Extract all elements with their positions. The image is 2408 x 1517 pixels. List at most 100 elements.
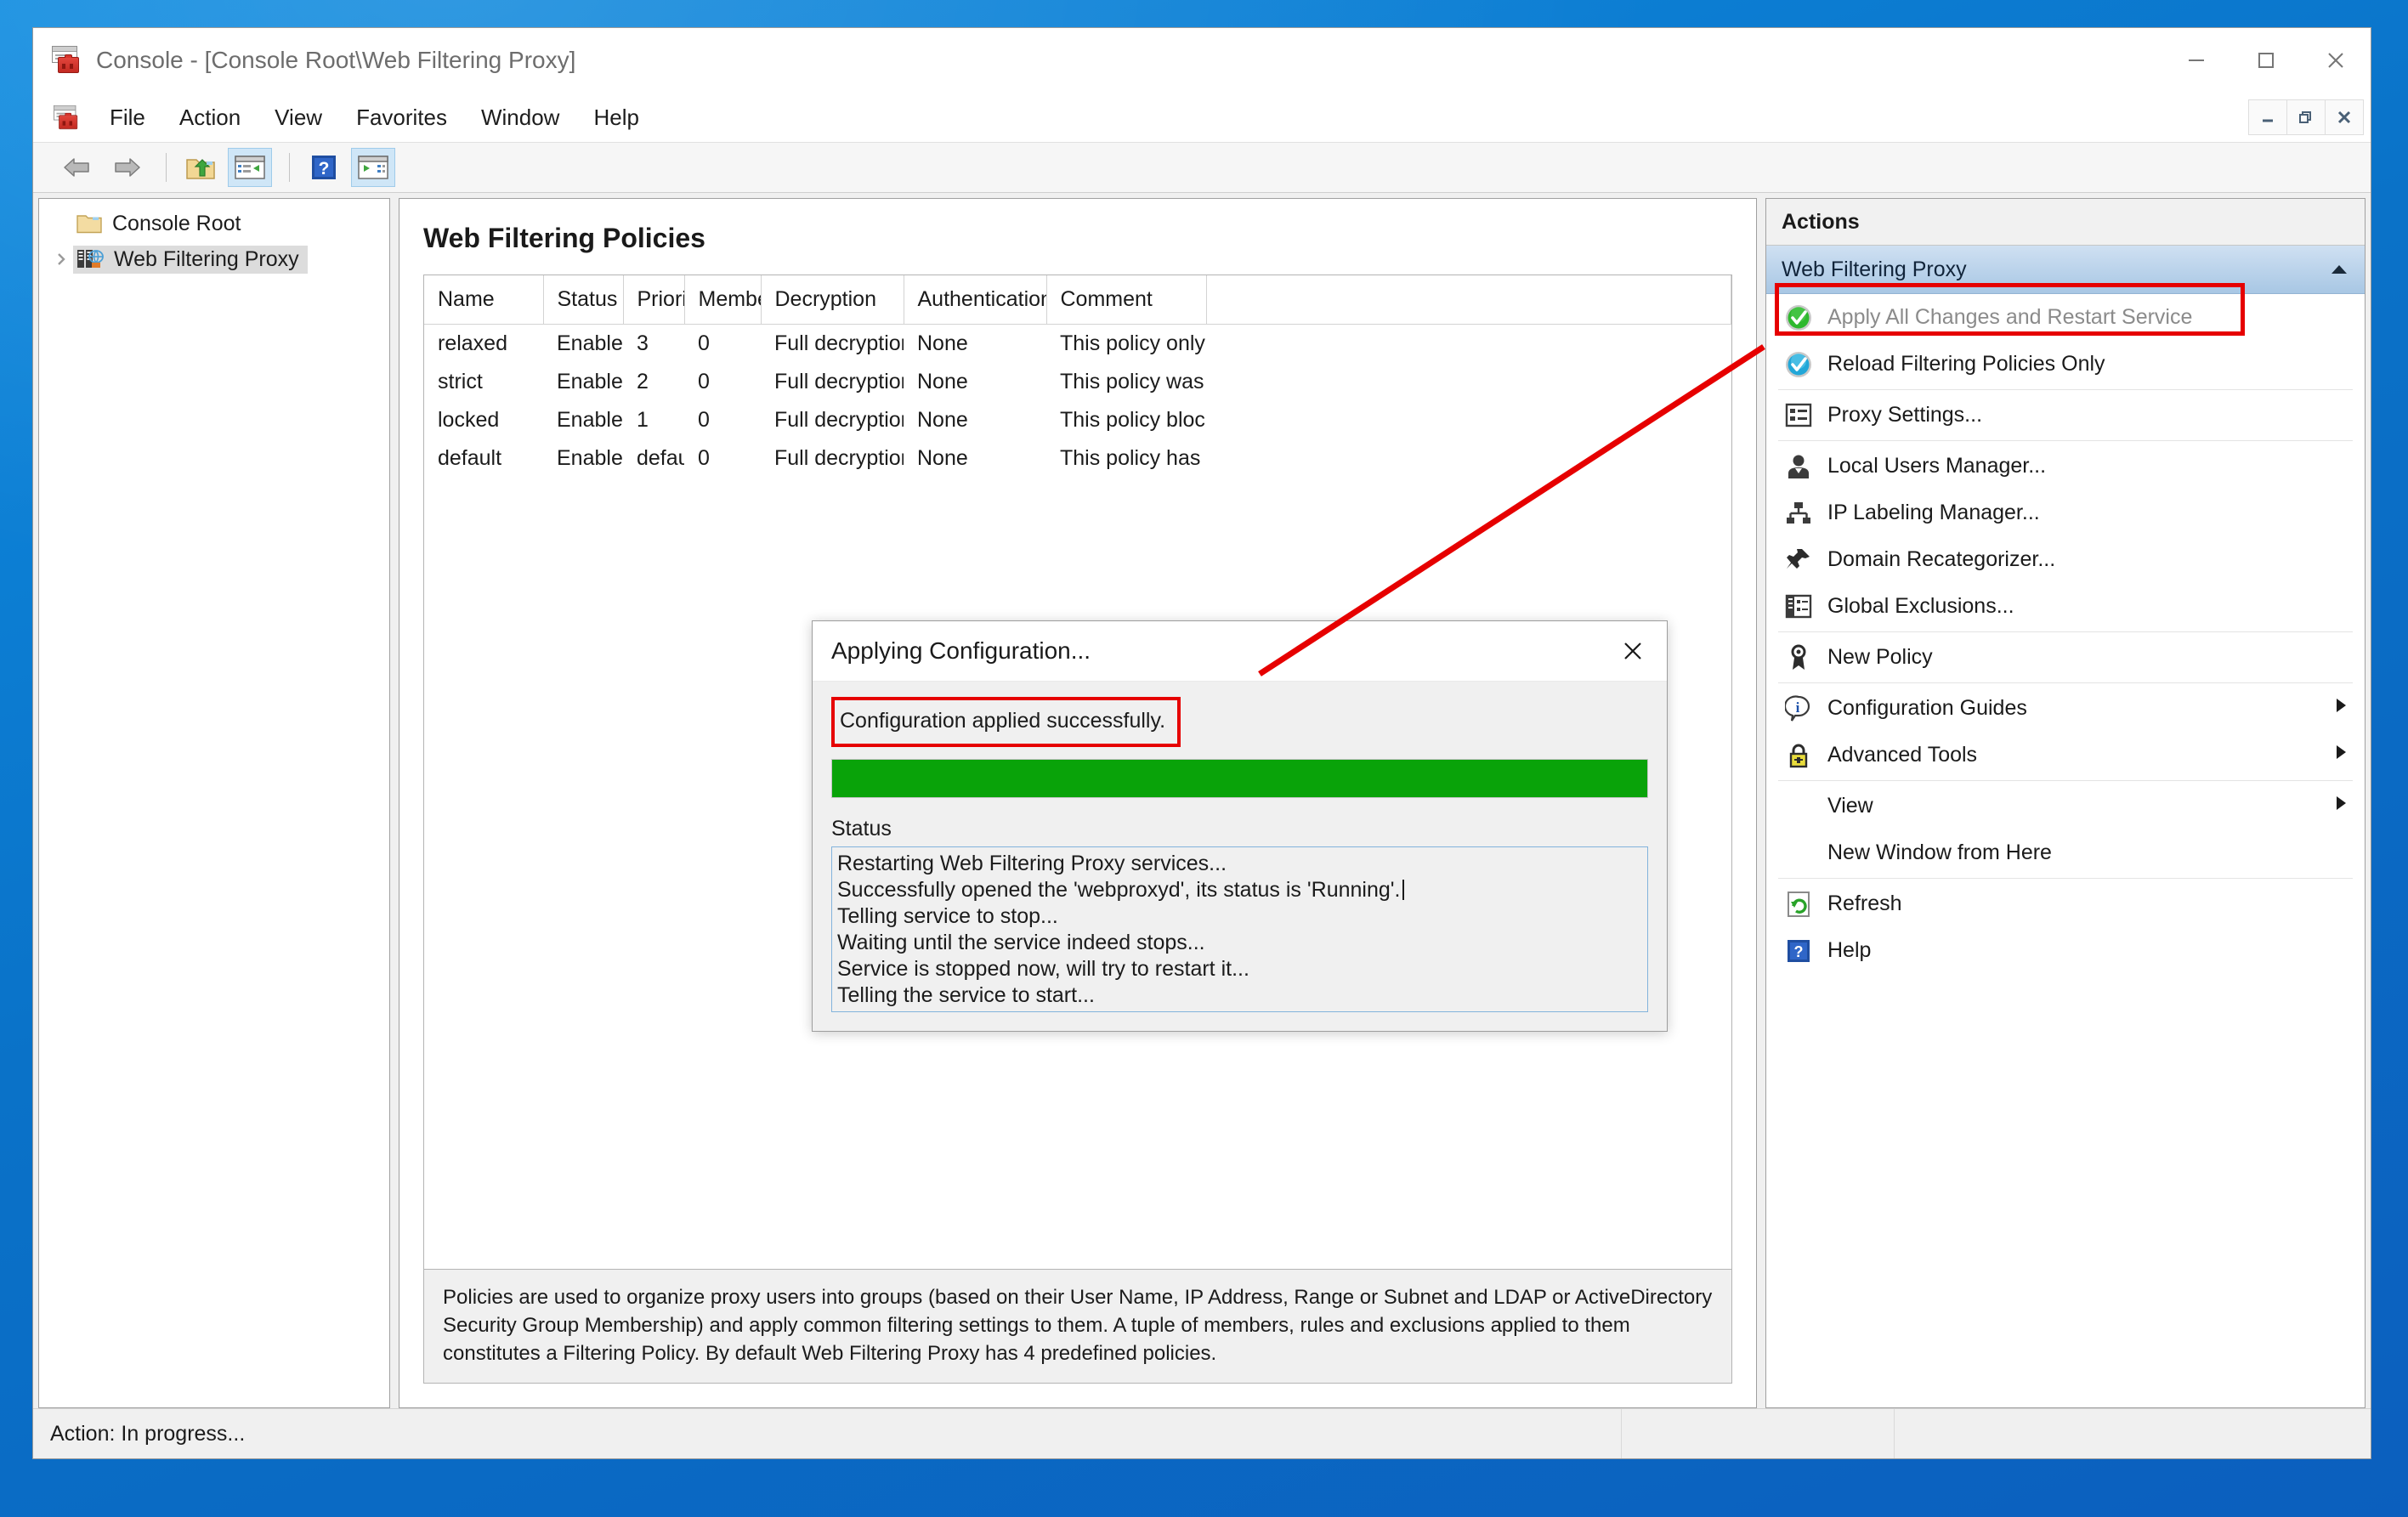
title-bar: Console - [Console Root\Web Filtering Pr… (33, 28, 2371, 93)
status-bar-message: Action: In progress... (50, 1421, 246, 1446)
column-header-decryption[interactable]: Decryption (761, 275, 904, 325)
close-icon[interactable] (1599, 621, 1667, 681)
column-header-priority[interactable]: Priority (623, 275, 685, 325)
minimize-icon[interactable] (2162, 28, 2231, 93)
show-hide-action-pane-button[interactable] (351, 148, 395, 187)
help-button[interactable]: ? (302, 148, 346, 187)
toolbar-separator (166, 153, 167, 182)
action-item-apply-all-changes[interactable]: Apply All Changes and Restart Service (1766, 294, 2365, 341)
help-question-icon: ? (1782, 938, 1816, 964)
action-item-help[interactable]: ? Help (1766, 927, 2365, 974)
status-log-line: Telling service to stop... (837, 904, 1058, 928)
show-hide-tree-button[interactable] (228, 148, 272, 187)
padlock-icon (1782, 742, 1816, 769)
refresh-icon (1782, 891, 1816, 918)
actions-group-header[interactable]: Web Filtering Proxy (1766, 246, 2365, 294)
cell-members: 0 (698, 446, 710, 470)
table-header-row: Name Status Priority Members Decryption … (424, 275, 1731, 325)
console-tree-pane: Console Root Web Filtering Proxy (38, 198, 390, 1408)
content-header: Web Filtering Policies (399, 199, 1756, 275)
chevron-up-icon[interactable] (2329, 258, 2349, 282)
svg-text:?: ? (319, 159, 330, 178)
mdi-minimize-icon[interactable] (2248, 99, 2287, 135)
svg-text:i: i (1796, 699, 1800, 716)
menu-item-view[interactable]: View (258, 93, 339, 142)
forward-button[interactable] (105, 148, 149, 187)
status-section-label: Status (831, 817, 892, 841)
close-icon[interactable] (2301, 28, 2371, 93)
action-item-global-exclusions[interactable]: Global Exclusions... (1766, 583, 2365, 630)
applying-configuration-dialog: Applying Configuration... Configuration … (812, 620, 1668, 1032)
action-separator (1778, 389, 2353, 390)
tree-node-label: Web Filtering Proxy (114, 246, 299, 271)
action-item-refresh[interactable]: Refresh (1766, 880, 2365, 927)
cell-members: 0 (698, 331, 710, 355)
column-header-status[interactable]: Status (543, 275, 624, 325)
tree-node-console-root[interactable]: Console Root (39, 206, 389, 241)
cell-name: strict (438, 370, 483, 393)
action-item-configuration-guides[interactable]: i Configuration Guides (1766, 685, 2365, 732)
column-header-members[interactable]: Members (684, 275, 762, 325)
action-separator (1778, 878, 2353, 879)
tree-node-label: Console Root (112, 211, 241, 235)
menu-item-help[interactable]: Help (576, 93, 655, 142)
maximize-icon[interactable] (2231, 28, 2301, 93)
status-log-list[interactable]: Restarting Web Filtering Proxy services.… (831, 846, 1648, 1012)
column-header-name[interactable]: Name (424, 275, 544, 325)
menu-item-window[interactable]: Window (464, 93, 576, 142)
up-one-level-button[interactable] (178, 148, 223, 187)
table-row[interactable]: strict Enabled 2 0 Full decryption None … (424, 363, 1731, 401)
column-header-comment[interactable]: Comment (1046, 275, 1207, 325)
action-item-label: New Policy (1827, 645, 1933, 669)
mdi-close-icon[interactable] (2325, 99, 2364, 135)
action-item-new-policy[interactable]: New Policy (1766, 634, 2365, 681)
menu-item-file[interactable]: File (93, 93, 162, 142)
message-highlight-annotation: Configuration applied successfully. (831, 697, 1181, 747)
cell-priority: 3 (637, 331, 649, 355)
action-item-advanced-tools[interactable]: Advanced Tools (1766, 732, 2365, 778)
pane-splitter[interactable] (390, 198, 399, 1408)
menu-item-favorites[interactable]: Favorites (339, 93, 464, 142)
dialog-body: Configuration applied successfully. Stat… (813, 682, 1667, 1031)
cell-members: 0 (698, 408, 710, 432)
action-item-label: Apply All Changes and Restart Service (1827, 305, 2193, 329)
cell-authentication: None (917, 370, 968, 393)
table-row[interactable]: relaxed Enabled 3 0 Full decryption None… (424, 325, 1731, 364)
action-item-label: IP Labeling Manager... (1827, 501, 2040, 524)
menu-item-action[interactable]: Action (162, 93, 258, 142)
action-separator (1778, 682, 2353, 683)
mdi-restore-icon[interactable] (2286, 99, 2326, 135)
text-caret (1402, 880, 1404, 900)
table-row[interactable]: default Enabled default 0 Full decryptio… (424, 439, 1731, 478)
chevron-right-icon[interactable] (49, 252, 73, 267)
green-check-circle-icon (1782, 303, 1816, 332)
action-item-label: Proxy Settings... (1827, 403, 1983, 427)
tree-node-web-filtering-proxy[interactable]: Web Filtering Proxy (39, 241, 389, 277)
column-header-filler (1206, 275, 1731, 325)
cell-status: Enabled (557, 331, 623, 355)
action-item-label: New Window from Here (1827, 841, 2052, 864)
cell-name: relaxed (438, 331, 507, 355)
action-item-proxy-settings[interactable]: Proxy Settings... (1766, 392, 2365, 439)
cell-authentication: None (917, 446, 968, 470)
column-header-authentication[interactable]: Authentication (904, 275, 1047, 325)
action-item-new-window-from-here[interactable]: New Window from Here (1766, 829, 2365, 876)
actions-pane-title: Actions (1766, 199, 2365, 246)
action-item-local-users-manager[interactable]: Local Users Manager... (1766, 443, 2365, 490)
back-button[interactable] (55, 148, 99, 187)
cell-comment: This policy only block... (1060, 331, 1206, 355)
cell-filler (1206, 439, 1731, 478)
action-item-view[interactable]: View (1766, 783, 2365, 829)
action-item-label: Refresh (1827, 892, 1902, 915)
status-log-line: Restarting Web Filtering Proxy services.… (837, 852, 1227, 875)
action-item-domain-recategorizer[interactable]: Domain Recategorizer... (1766, 536, 2365, 583)
action-item-reload-filtering-policies[interactable]: Reload Filtering Policies Only (1766, 341, 2365, 388)
cell-decryption: Full decryption (774, 408, 904, 432)
table-row[interactable]: locked Enabled 1 0 Full decryption None … (424, 401, 1731, 439)
cell-comment: This policy was speci... (1060, 370, 1206, 393)
status-log-line: Successfully opened the 'webproxyd', its… (837, 877, 1647, 903)
cell-decryption: Full decryption (774, 331, 904, 355)
action-item-ip-labeling-manager[interactable]: IP Labeling Manager... (1766, 490, 2365, 536)
submenu-arrow-icon (2332, 696, 2349, 721)
cell-status: Enabled (557, 408, 623, 432)
